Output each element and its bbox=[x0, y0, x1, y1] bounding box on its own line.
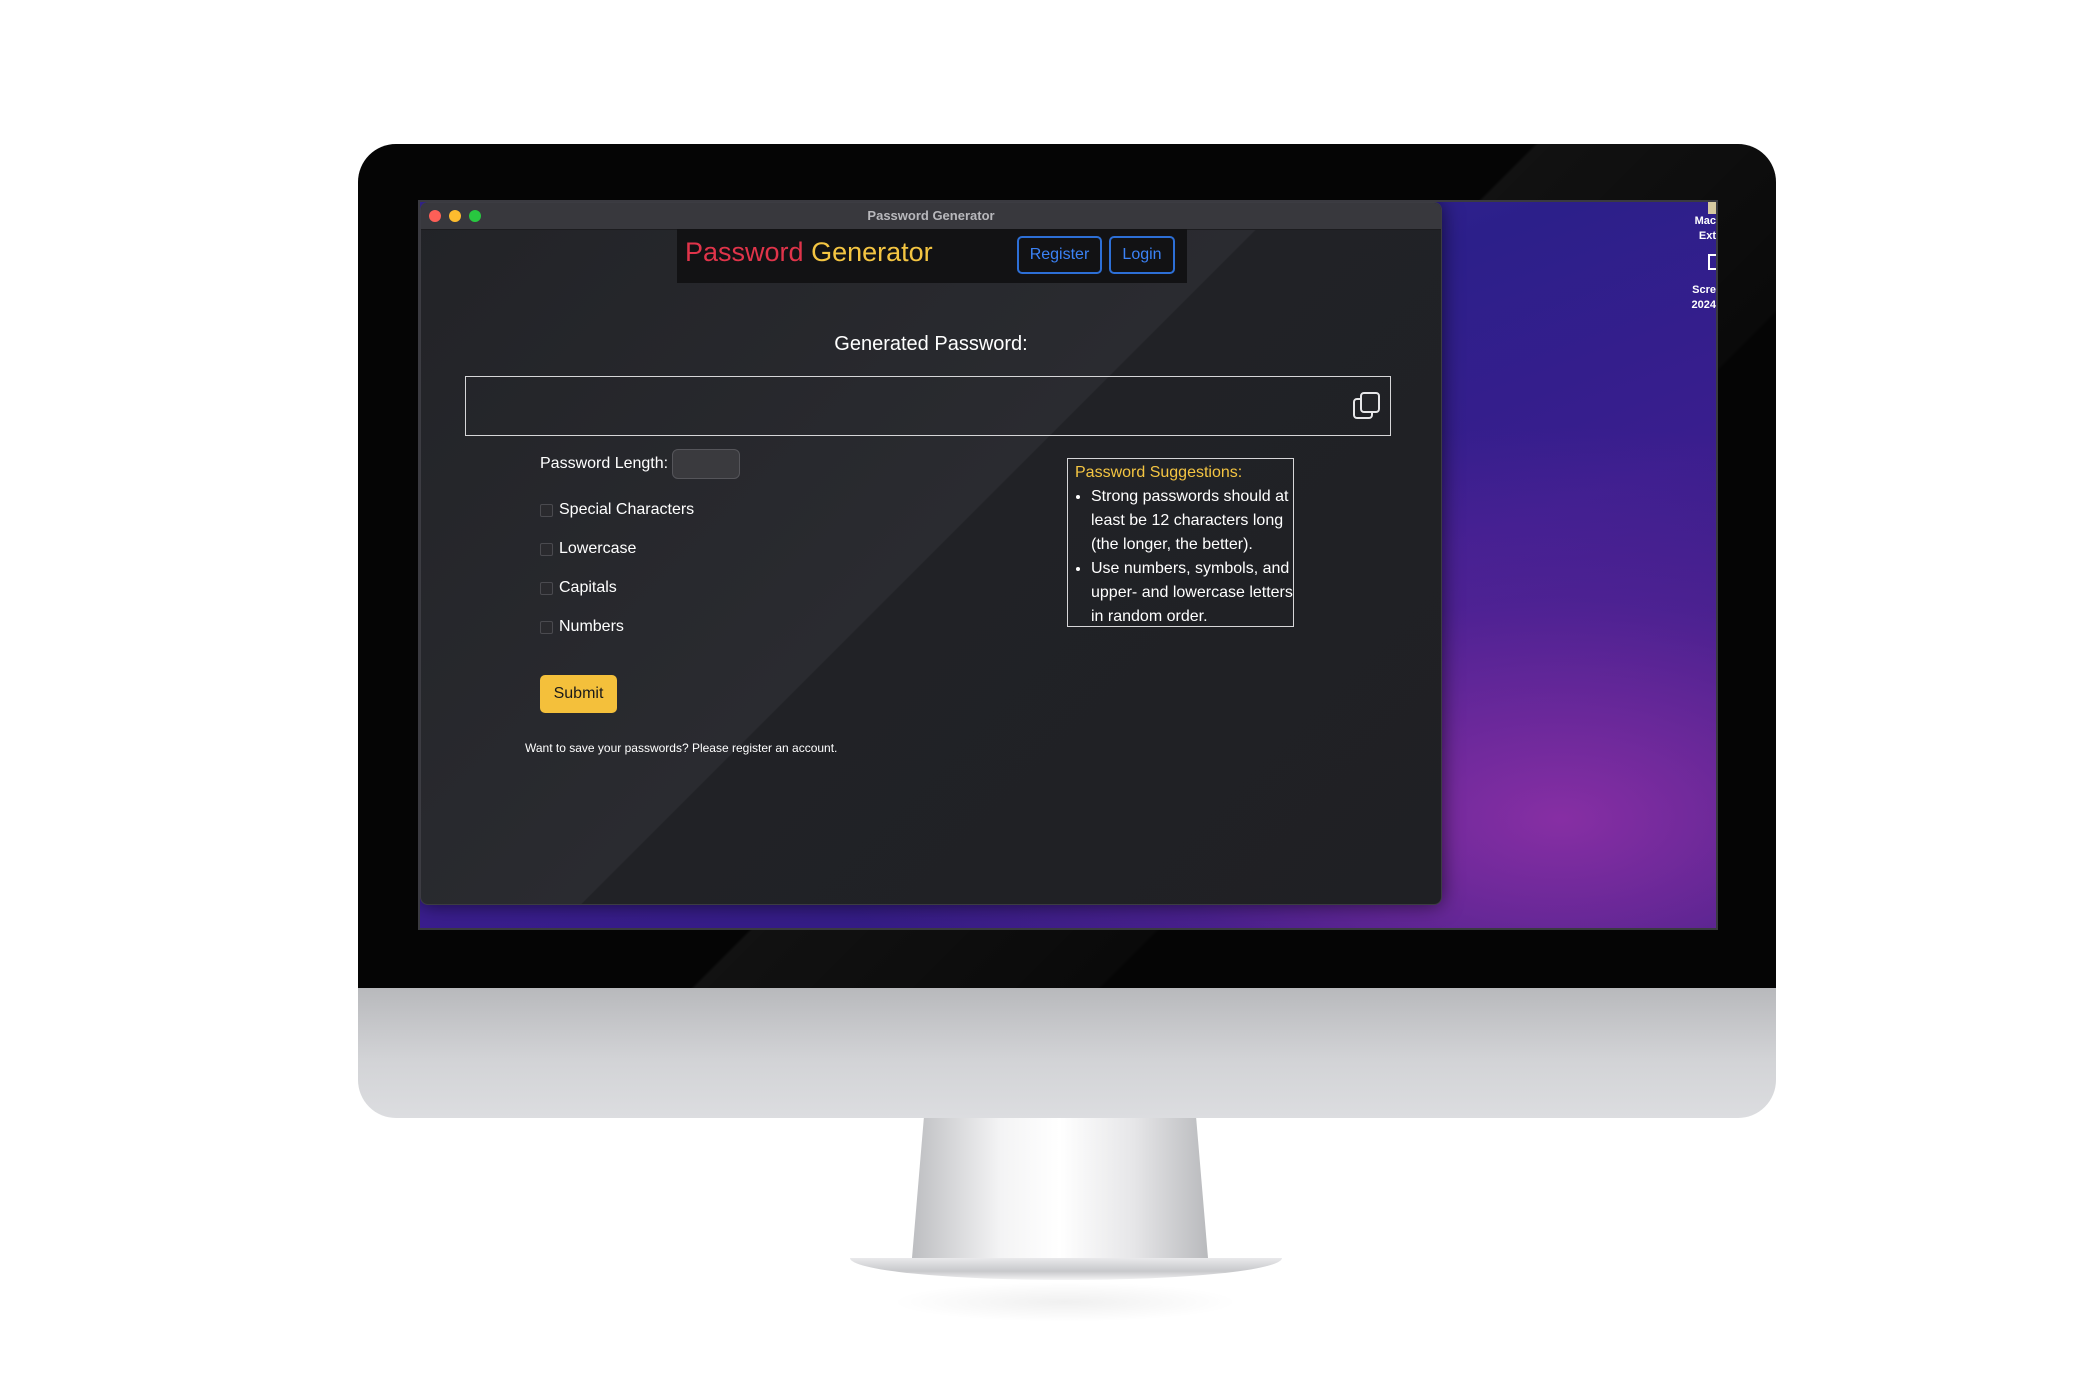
password-length-input[interactable] bbox=[672, 449, 740, 479]
brand-logo[interactable]: Password Generator bbox=[685, 237, 933, 268]
screen: Mac Ext Scre 2024 Password Generator Pas… bbox=[418, 200, 1718, 930]
app-window: Password Generator Password Generator Re… bbox=[420, 202, 1442, 905]
option-label: Lowercase bbox=[559, 540, 637, 557]
brand-text-generator: Generator bbox=[811, 237, 933, 267]
register-button[interactable]: Register bbox=[1017, 236, 1102, 274]
option-numbers[interactable]: Numbers bbox=[540, 618, 624, 636]
checkbox[interactable] bbox=[540, 620, 553, 634]
option-label: Special Characters bbox=[559, 501, 695, 518]
folder-icon[interactable] bbox=[1708, 202, 1716, 214]
monitor-stand bbox=[912, 1118, 1208, 1258]
suggestions-list: Strong passwords should at least be 12 c… bbox=[1075, 485, 1293, 629]
register-prompt-text: Want to save your passwords? Please regi… bbox=[525, 741, 838, 755]
checkbox[interactable] bbox=[540, 581, 553, 595]
generated-password-heading: Generated Password: bbox=[834, 333, 1028, 355]
brand-text-password: Password bbox=[685, 237, 804, 267]
desktop-icon-label[interactable]: Mac bbox=[1676, 214, 1716, 229]
checkbox[interactable] bbox=[540, 542, 553, 556]
checkbox[interactable] bbox=[540, 503, 553, 517]
password-suggestions-box: Password Suggestions: Strong passwords s… bbox=[1067, 458, 1294, 627]
option-special-characters[interactable]: Special Characters bbox=[540, 501, 694, 519]
monitor-stand-base bbox=[850, 1258, 1282, 1280]
document-icon[interactable] bbox=[1708, 254, 1716, 270]
generated-password-field[interactable] bbox=[465, 376, 1391, 436]
desktop-icon-label[interactable]: 2024 bbox=[1676, 298, 1716, 313]
desktop-icons: Mac Ext Scre 2024 bbox=[1676, 202, 1716, 342]
copy-icon[interactable] bbox=[1352, 391, 1382, 421]
suggestion-item: Strong passwords should at least be 12 c… bbox=[1091, 485, 1293, 557]
option-lowercase[interactable]: Lowercase bbox=[540, 540, 636, 558]
titlebar[interactable]: Password Generator bbox=[421, 203, 1441, 230]
option-label: Numbers bbox=[559, 618, 624, 635]
monitor-chin bbox=[358, 988, 1776, 1118]
password-length-label: Password Length: bbox=[540, 455, 669, 472]
window-title: Password Generator bbox=[867, 208, 995, 223]
login-button[interactable]: Login bbox=[1109, 236, 1175, 274]
submit-button[interactable]: Submit bbox=[540, 675, 617, 713]
option-capitals[interactable]: Capitals bbox=[540, 579, 617, 597]
option-label: Capitals bbox=[559, 579, 617, 596]
imac-mockup: Mac Ext Scre 2024 Password Generator Pas… bbox=[0, 0, 2100, 1400]
desktop-icon-label[interactable]: Scre bbox=[1676, 283, 1716, 298]
navbar: Password Generator Register Login bbox=[677, 229, 1187, 283]
suggestion-item: Use numbers, symbols, and upper- and low… bbox=[1091, 557, 1293, 629]
suggestions-title: Password Suggestions: bbox=[1075, 464, 1243, 481]
desktop-icon-label[interactable]: Ext bbox=[1676, 229, 1716, 244]
